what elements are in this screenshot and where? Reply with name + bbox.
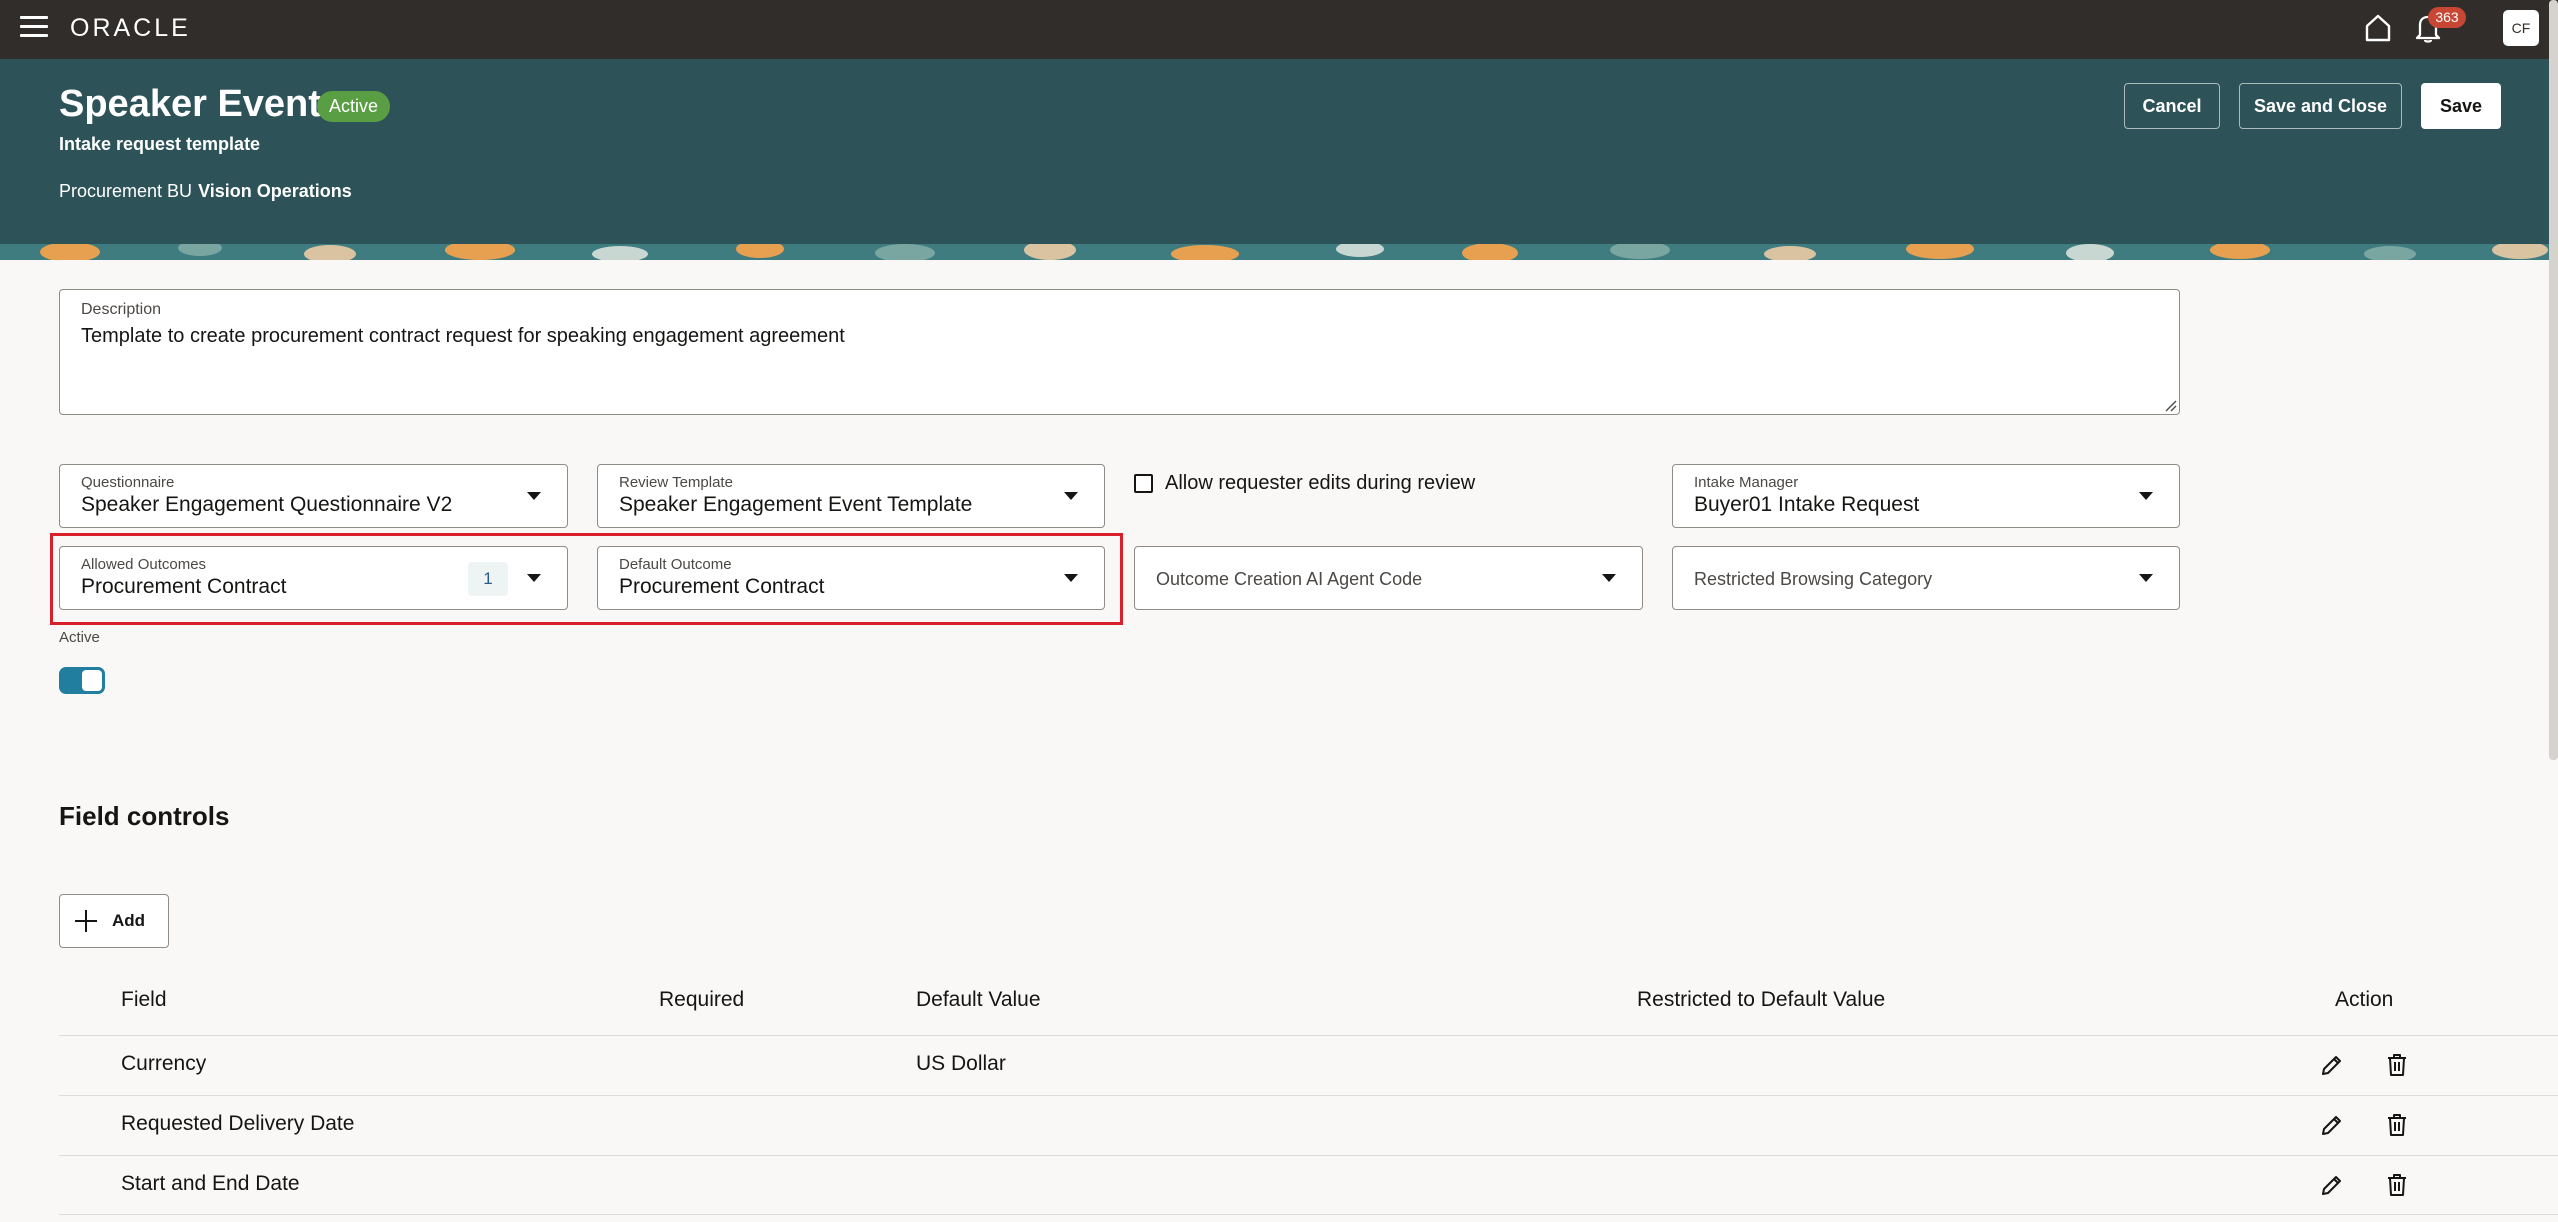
- save-button[interactable]: Save: [2421, 83, 2501, 129]
- page-subtitle: Intake request template: [59, 134, 261, 154]
- allow-edits-label[interactable]: Allow requester edits during review: [1165, 472, 1475, 495]
- review-template-label: Review Template: [619, 474, 733, 491]
- description-label: Description: [81, 301, 162, 318]
- description-value[interactable]: Template to create procurement contract …: [81, 325, 2158, 348]
- edit-icon[interactable]: [2318, 1171, 2346, 1199]
- decorative-banner: [0, 244, 2558, 260]
- selection-count-chip: 1: [468, 562, 508, 596]
- add-button-label: Add: [112, 911, 146, 930]
- save-and-close-button[interactable]: Save and Close: [2239, 83, 2402, 129]
- section-title: Field controls: [59, 801, 230, 831]
- page-scrollbar[interactable]: [2549, 0, 2558, 760]
- table-row[interactable]: Requested Delivery Date: [59, 1095, 2558, 1155]
- add-button[interactable]: Add: [59, 894, 169, 948]
- plus-icon: [75, 910, 97, 932]
- resize-handle-icon[interactable]: [2163, 398, 2177, 412]
- questionnaire-label: Questionnaire: [81, 474, 175, 491]
- chevron-down-icon[interactable]: [1602, 574, 1616, 582]
- column-header-field[interactable]: Field: [121, 988, 167, 1012]
- chevron-down-icon[interactable]: [2139, 492, 2153, 500]
- menu-icon[interactable]: [20, 16, 48, 40]
- column-header-action: Action: [2335, 988, 2394, 1011]
- column-header-required[interactable]: Required: [659, 988, 744, 1012]
- outcome-ai-agent-select[interactable]: Outcome Creation AI Agent Code: [1134, 546, 1643, 610]
- chevron-down-icon[interactable]: [2139, 574, 2153, 582]
- delete-icon[interactable]: [2383, 1051, 2411, 1079]
- delete-icon[interactable]: [2383, 1171, 2411, 1199]
- allow-edits-checkbox[interactable]: [1134, 474, 1153, 493]
- toggle-knob: [82, 670, 102, 691]
- active-label: Active: [59, 629, 100, 646]
- chevron-down-icon[interactable]: [1064, 574, 1078, 582]
- allowed-outcomes-select[interactable]: Allowed Outcomes Procurement Contract 1: [59, 546, 568, 610]
- field-cell: Currency: [121, 1052, 207, 1075]
- notification-count-badge: 363: [2428, 7, 2466, 28]
- intake-manager-select[interactable]: Intake Manager Buyer01 Intake Request: [1672, 464, 2180, 528]
- intake-manager-value: Buyer01 Intake Request: [1694, 493, 1920, 516]
- default-outcome-value: Procurement Contract: [619, 575, 825, 598]
- default-outcome-label: Default Outcome: [619, 556, 732, 573]
- intake-manager-label: Intake Manager: [1694, 474, 1799, 491]
- column-header-default-value[interactable]: Default Value: [916, 988, 1041, 1012]
- chevron-down-icon[interactable]: [527, 574, 541, 582]
- procurement-bu-label: Procurement BU: [59, 181, 193, 201]
- default-outcome-select[interactable]: Default Outcome Procurement Contract: [597, 546, 1105, 610]
- edit-icon[interactable]: [2318, 1111, 2346, 1139]
- procurement-bu-value: Vision Operations: [198, 181, 352, 201]
- procurement-bu: Procurement BU Vision Operations: [59, 181, 352, 202]
- column-header-restricted[interactable]: Restricted to Default Value: [1637, 988, 1885, 1012]
- restricted-browsing-placeholder: Restricted Browsing Category: [1694, 569, 1933, 589]
- field-cell: Requested Delivery Date: [121, 1112, 355, 1135]
- home-icon[interactable]: [2362, 12, 2394, 44]
- page-header: Speaker Event Active Intake request temp…: [0, 59, 2558, 244]
- global-header: ORACLE 363 CF: [0, 0, 2558, 59]
- page-title: Speaker Event: [59, 83, 321, 125]
- cancel-button[interactable]: Cancel: [2124, 83, 2220, 129]
- chevron-down-icon[interactable]: [527, 492, 541, 500]
- review-template-value: Speaker Engagement Event Template: [619, 493, 973, 516]
- description-field[interactable]: Description Template to create procureme…: [59, 289, 2180, 415]
- delete-icon[interactable]: [2383, 1111, 2411, 1139]
- active-toggle[interactable]: [59, 667, 105, 694]
- chevron-down-icon[interactable]: [1064, 492, 1078, 500]
- table-row[interactable]: Start and End Date: [59, 1155, 2558, 1215]
- allow-edits-option[interactable]: Allow requester edits during review: [1134, 472, 1475, 495]
- default-value-cell: US Dollar: [916, 1052, 1006, 1075]
- questionnaire-value: Speaker Engagement Questionnaire V2: [81, 493, 453, 516]
- table-row[interactable]: Currency US Dollar: [59, 1035, 2558, 1095]
- field-cell: Start and End Date: [121, 1172, 300, 1195]
- restricted-browsing-select[interactable]: Restricted Browsing Category: [1672, 546, 2180, 610]
- edit-icon[interactable]: [2318, 1051, 2346, 1079]
- user-avatar[interactable]: CF: [2503, 10, 2539, 46]
- review-template-select[interactable]: Review Template Speaker Engagement Event…: [597, 464, 1105, 528]
- questionnaire-select[interactable]: Questionnaire Speaker Engagement Questio…: [59, 464, 568, 528]
- outcome-ai-agent-placeholder: Outcome Creation AI Agent Code: [1156, 569, 1423, 589]
- oracle-logo[interactable]: ORACLE: [70, 14, 191, 43]
- status-badge: Active: [317, 91, 391, 122]
